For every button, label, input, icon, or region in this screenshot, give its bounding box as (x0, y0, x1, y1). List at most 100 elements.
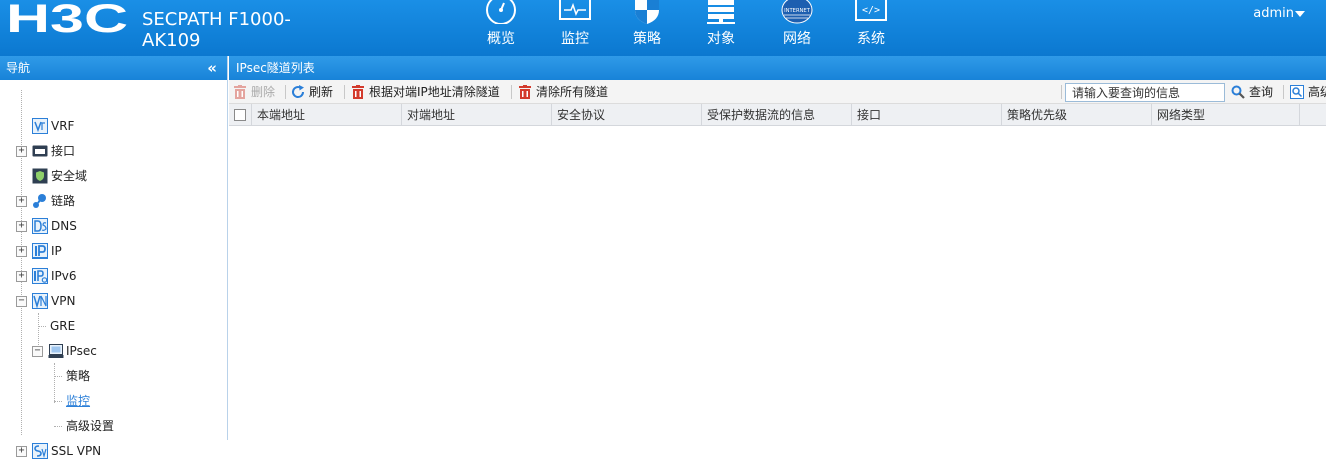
sidebar-item-label: VRF (51, 119, 75, 133)
code-icon: </> (855, 0, 887, 21)
product-name-line2: AK109 (142, 30, 201, 51)
toolbar-divider (511, 85, 512, 99)
column-header-policy-priority[interactable]: 策略优先级 (1002, 104, 1152, 126)
nav-overview-label: 概览 (487, 31, 515, 47)
sidebar-item-label: 链路 (51, 194, 76, 208)
collapse-icon[interactable]: − (16, 296, 27, 307)
column-header-security-protocol[interactable]: 安全协议 (552, 104, 702, 126)
sidebar-title: 导航 (6, 61, 31, 75)
expand-icon[interactable]: + (16, 446, 27, 457)
sidebar-item-label: 策略 (66, 369, 91, 383)
ipv6-icon (32, 268, 48, 284)
collapse-icon[interactable]: − (32, 346, 43, 357)
trash-icon (519, 85, 531, 99)
expand-icon[interactable]: + (16, 196, 27, 207)
nav-monitor[interactable]: 监控 (538, 0, 612, 56)
sidebar-item-label: 安全域 (51, 169, 88, 183)
nav-policy-label: 策略 (633, 31, 661, 47)
clear-all-label: 清除所有隧道 (536, 85, 609, 99)
advanced-search-label: 高级 (1308, 85, 1326, 99)
toolbar-divider (1283, 85, 1284, 99)
ip-icon (32, 243, 48, 259)
sidebar-item-ipsec-monitor[interactable]: 监控 (0, 390, 226, 412)
sidebar-item-label: 高级设置 (66, 419, 115, 433)
column-header-interface[interactable]: 接口 (852, 104, 1002, 126)
sidebar-item-link[interactable]: + 链路 (0, 190, 226, 212)
sidebar-item-ipsec[interactable]: − IPsec (0, 340, 226, 362)
trash-icon (352, 85, 364, 99)
internet-globe-icon: INTERNET (781, 0, 813, 24)
column-header-network-type[interactable]: 网络类型 (1152, 104, 1300, 126)
nav-object-label: 对象 (707, 31, 735, 47)
nav-monitor-label: 监控 (561, 31, 589, 47)
sidebar-item-dns[interactable]: + DNS (0, 215, 226, 237)
column-header-local-address[interactable]: 本端地址 (252, 104, 402, 126)
panel-title: IPsec隧道列表 (229, 56, 1326, 80)
top-header: H3C SECPATH F1000- AK109 概览 监控 策略 对象 INT… (0, 0, 1326, 56)
advanced-search-icon (1290, 85, 1304, 99)
nav-overview[interactable]: 概览 (464, 0, 538, 56)
sidebar-item-ip[interactable]: + IP (0, 240, 226, 262)
sidebar-item-vpn[interactable]: − VPN (0, 290, 226, 312)
nav-network[interactable]: INTERNET 网络 (760, 0, 834, 56)
sidebar-item-ipv6[interactable]: + IPv6 (0, 265, 226, 287)
security-zone-icon (32, 168, 48, 184)
collapse-sidebar-icon[interactable]: « (207, 56, 217, 80)
expand-icon[interactable]: + (16, 271, 27, 282)
vrf-icon (32, 118, 48, 134)
dashboard-icon (486, 0, 516, 24)
svg-text:H3C: H3C (6, 2, 128, 34)
nav-system[interactable]: </> 系统 (834, 0, 908, 56)
toolbar-divider (1061, 85, 1062, 99)
vpn-icon (32, 293, 48, 309)
sidebar-item-label: VPN (51, 294, 76, 308)
sidebar-item-label: IPv6 (51, 269, 77, 283)
column-header-protected-flow[interactable]: 受保护数据流的信息 (702, 104, 852, 126)
sidebar-header: 导航 « (0, 56, 227, 80)
product-name: SECPATH F1000- AK109 (142, 9, 291, 51)
nav-policy[interactable]: 策略 (610, 0, 684, 56)
ipsec-icon (48, 344, 64, 358)
delete-label: 删除 (251, 85, 276, 99)
expand-icon[interactable]: + (16, 246, 27, 257)
user-menu[interactable]: admin (1253, 6, 1294, 21)
link-icon (33, 194, 46, 208)
sidebar-item-ssl-vpn[interactable]: + SSL VPN (0, 440, 226, 462)
product-name-line1: SECPATH F1000- (142, 9, 291, 30)
sidebar-item-interface[interactable]: + 接口 (0, 140, 226, 162)
refresh-icon (292, 85, 305, 98)
svg-text:</>: </> (862, 5, 880, 16)
nav-tree: VRF + 接口 安全域 + 链路 + DNS + IP + IPv6 − VP… (0, 80, 227, 459)
chevron-down-icon[interactable] (1295, 11, 1305, 17)
sidebar-item-label: SSL VPN (51, 444, 102, 458)
interface-icon (32, 145, 48, 157)
sidebar-item-ipsec-advanced[interactable]: 高级设置 (0, 415, 226, 437)
sidebar-item-ipsec-policy[interactable]: 策略 (0, 365, 226, 387)
query-label: 查询 (1249, 85, 1274, 99)
nav-object[interactable]: 对象 (684, 0, 758, 56)
toolbar-divider (285, 85, 286, 99)
expand-icon[interactable]: + (16, 146, 27, 157)
sidebar-item-security-zone[interactable]: 安全域 (0, 165, 226, 187)
sidebar-item-label: DNS (51, 219, 77, 233)
select-all-checkbox[interactable] (234, 109, 246, 121)
main-panel: IPsec隧道列表 删除 刷新 根据对端IP地址清除隧道 清除所有隧道 请输入要… (229, 56, 1326, 440)
sidebar-item-gre[interactable]: GRE (0, 315, 226, 337)
svg-text:INTERNET: INTERNET (784, 8, 811, 14)
ssl-vpn-icon (32, 443, 48, 459)
sidebar-item-vrf[interactable]: VRF (0, 115, 226, 137)
nav-network-label: 网络 (783, 31, 811, 47)
dns-icon (32, 218, 48, 234)
trash-icon (234, 85, 246, 99)
column-header-peer-address[interactable]: 对端地址 (402, 104, 552, 126)
toolbar: 删除 刷新 根据对端IP地址清除隧道 清除所有隧道 请输入要查询的信息 查询 高 (229, 80, 1326, 104)
monitor-icon (559, 0, 591, 20)
search-icon (1231, 85, 1245, 99)
expand-icon[interactable]: + (16, 221, 27, 232)
sidebar-item-label: 监控 (66, 394, 91, 408)
sidebar-item-label: IPsec (66, 344, 97, 358)
table-body (229, 126, 1326, 416)
search-input[interactable] (1065, 83, 1225, 102)
server-stack-icon (707, 0, 735, 24)
refresh-label: 刷新 (309, 85, 334, 99)
